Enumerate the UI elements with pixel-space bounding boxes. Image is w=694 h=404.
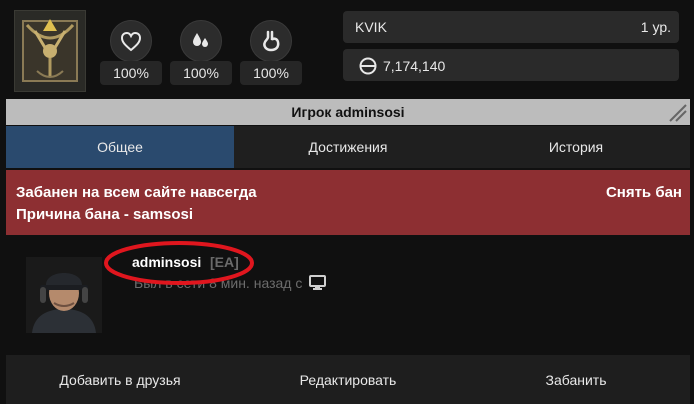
window-title: Игрок adminsosi [291,104,405,120]
edit-button[interactable]: Редактировать [234,355,462,404]
window-title-bar: Игрок adminsosi [6,99,690,125]
currency-icon [359,57,377,78]
rank-emblem-icon [14,10,86,92]
balance-box: 7,174,140 [343,49,679,81]
profile-section: adminsosi [EA] Был в сети 8 мин. назад с [6,235,690,353]
tab-history[interactable]: История [462,126,690,168]
account-box: KVIK 1 ур. [343,11,679,43]
thirst-value: 100% [170,61,232,85]
tab-bar: Общее Достижения История [6,126,690,168]
avatar [26,257,102,333]
unban-button[interactable]: Снять бан [606,184,682,201]
balance-value: 7,174,140 [383,58,446,74]
action-bar: Добавить в друзья Редактировать Забанить [6,355,690,404]
add-friend-button[interactable]: Добавить в друзья [6,355,234,404]
top-panel: 100% 100% 100% KVIK 1 ур. 7,174,140 [0,0,694,98]
highlight-ellipse [104,241,254,285]
hunger-value: 100% [240,61,302,85]
heart-icon [110,20,152,62]
resize-handle-icon[interactable] [666,101,688,126]
desktop-icon [309,275,327,293]
account-level: 1 ур. [640,19,671,35]
tab-general[interactable]: Общее [6,126,234,168]
water-drops-icon [180,20,222,62]
account-name: KVIK [355,19,387,35]
ban-notice: Забанен на всем сайте навсегда Причина б… [6,170,690,235]
ban-reason: Причина бана - samsosi [16,206,194,223]
ban-button[interactable]: Забанить [462,355,690,404]
stomach-icon [250,20,292,62]
health-value: 100% [100,61,162,85]
ban-message: Забанен на всем сайте навсегда [16,184,257,201]
tab-achievements[interactable]: Достижения [234,126,462,168]
